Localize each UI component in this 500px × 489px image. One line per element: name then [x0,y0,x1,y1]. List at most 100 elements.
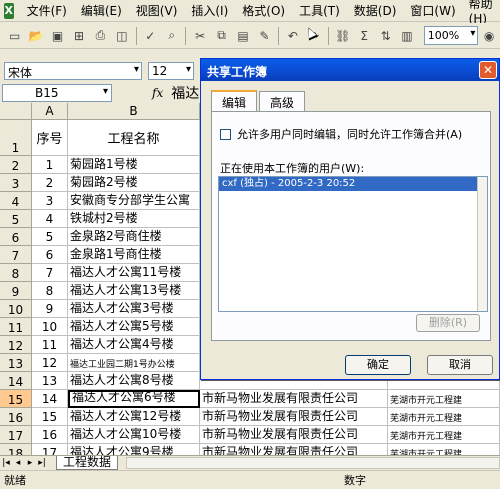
project-name-cell[interactable]: 铁城村2号楼 [68,210,200,228]
row-header[interactable]: 3 [0,174,32,192]
company-cell[interactable]: 市新马物业发展有限责任公司 [200,390,388,408]
project-name-cell[interactable]: 福达人才公寓9号楼 [68,444,200,455]
copy-icon[interactable]: ⧉ [212,26,231,46]
row-header[interactable]: 10 [0,300,32,318]
project-name-cell[interactable]: 福达人才公寓8号楼 [68,372,200,390]
project-name-cell[interactable]: 福达人才公寓5号楼 [68,318,200,336]
seq-cell[interactable]: 14 [32,390,68,408]
select-all-corner[interactable] [0,103,32,120]
company-cell[interactable]: 市新马物业发展有限责任公司 [200,408,388,426]
project-name-cell[interactable]: 金泉路2号商住楼 [68,228,200,246]
chart-icon[interactable]: ▥ [397,26,416,46]
company-cell[interactable]: 市新马物业发展有限责任公司 [200,426,388,444]
project-name-cell[interactable]: 福达人才公寓4号楼 [68,336,200,354]
seq-cell[interactable]: 5 [32,228,68,246]
horizontal-scrollbar[interactable] [126,456,500,469]
project-name-cell[interactable]: 菊园路1号楼 [68,156,200,174]
preview-icon[interactable]: ◫ [112,26,131,46]
seq-cell[interactable]: 17 [32,444,68,455]
row-header[interactable]: 1 [0,120,32,156]
seq-cell[interactable]: 1 [32,156,68,174]
seq-cell[interactable]: 10 [32,318,68,336]
project-name-cell[interactable]: 安徽商专分部学生公寓 [68,192,200,210]
open-icon[interactable]: 📂 [26,26,45,46]
spell-icon[interactable]: ✓ [141,26,160,46]
sheet-tab-active[interactable]: 工程数据 [56,455,119,470]
project-name-cell[interactable]: 金泉路1号商住楼 [68,246,200,264]
prev-sheet-icon[interactable]: ◂ [12,458,24,468]
contractor-cell[interactable]: 芜湖市开元工程建 [388,390,500,408]
name-header-cell[interactable]: 工程名称 [68,120,200,156]
user-list-item[interactable]: cxf (独占) - 2005-2-3 20:52 [219,177,477,191]
menu-view[interactable]: 视图(V) [129,2,185,19]
seq-cell[interactable]: 6 [32,246,68,264]
formula-input[interactable]: 福达 [171,83,199,103]
seq-cell[interactable]: 16 [32,426,68,444]
permission-icon[interactable]: ⊞ [69,26,88,46]
font-size-select[interactable]: 12 [148,62,194,80]
research-icon[interactable]: ⌕ [162,26,181,46]
hyperlink-icon[interactable]: ⛓ [333,26,352,46]
seq-cell[interactable]: 3 [32,192,68,210]
next-sheet-icon[interactable]: ▸ [24,458,36,468]
paste-icon[interactable]: ▤ [233,26,252,46]
contractor-cell[interactable]: 芜湖市开元工程建 [388,426,500,444]
last-sheet-icon[interactable]: ▸| [36,458,48,468]
menu-format[interactable]: 格式(O) [235,2,292,19]
fx-icon[interactable]: fx [152,86,163,100]
row-header[interactable]: 6 [0,228,32,246]
row-header[interactable]: 8 [0,264,32,282]
allow-multi-user-checkbox[interactable] [220,128,231,140]
seq-cell[interactable]: 4 [32,210,68,228]
contractor-cell[interactable]: 芜湖市开元工程建 [388,444,500,455]
sort-icon[interactable]: ⇅ [376,26,395,46]
column-header-b[interactable]: B [68,103,200,120]
row-header[interactable]: 2 [0,156,32,174]
seq-header-cell[interactable]: 序号 [32,120,68,156]
first-sheet-icon[interactable]: |◂ [0,458,12,468]
users-list-scrollbar[interactable] [477,177,487,311]
project-name-cell[interactable]: 福达人才公寓12号楼 [68,408,200,426]
contractor-cell[interactable]: 芜湖市开元工程建 [388,408,500,426]
project-name-cell[interactable]: 福达人才公寓11号楼 [68,264,200,282]
company-cell[interactable]: 市新马物业发展有限责任公司 [200,444,388,455]
seq-cell[interactable]: 8 [32,282,68,300]
column-header-a[interactable]: A [32,103,68,120]
menu-window[interactable]: 窗口(W) [403,2,462,19]
row-header[interactable]: 17 [0,426,32,444]
project-name-cell[interactable]: 福达工业园二期1号办公楼 [68,354,200,372]
row-header[interactable]: 18 [0,444,32,455]
users-list[interactable]: cxf (独占) - 2005-2-3 20:52 [218,176,488,312]
seq-cell[interactable]: 11 [32,336,68,354]
font-name-select[interactable]: 宋体 [4,62,142,80]
allow-multi-user-option[interactable]: 允许多用户同时编辑，同时允许工作簿合并(A) [220,126,462,142]
row-header[interactable]: 5 [0,210,32,228]
close-icon[interactable]: ✕ [479,61,497,79]
menu-tools[interactable]: 工具(T) [292,2,347,19]
remove-user-button[interactable]: 删除(R) [416,314,480,332]
project-name-cell[interactable]: 福达人才公寓6号楼 [68,390,200,408]
seq-cell[interactable]: 13 [32,372,68,390]
menu-file[interactable]: 文件(F) [20,2,74,19]
row-header[interactable]: 16 [0,408,32,426]
seq-cell[interactable]: 2 [32,174,68,192]
row-header[interactable]: 11 [0,318,32,336]
row-header[interactable]: 9 [0,282,32,300]
project-name-cell[interactable]: 菊园路2号楼 [68,174,200,192]
row-header[interactable]: 14 [0,372,32,390]
project-name-cell[interactable]: 福达人才公寓3号楼 [68,300,200,318]
menu-edit[interactable]: 编辑(E) [74,2,129,19]
zoom-select[interactable]: 100% [423,26,479,45]
camera-icon[interactable]: ◉ [479,26,498,46]
format-painter-icon[interactable]: ✎ [255,26,274,46]
save-icon[interactable]: ▣ [48,26,67,46]
row-header[interactable]: 4 [0,192,32,210]
seq-cell[interactable]: 7 [32,264,68,282]
row-header[interactable]: 15 [0,390,32,408]
autosum-icon[interactable]: Σ [354,26,373,46]
row-header[interactable]: 7 [0,246,32,264]
row-header[interactable]: 13 [0,354,32,372]
seq-cell[interactable]: 15 [32,408,68,426]
menu-insert[interactable]: 插入(I) [184,2,235,19]
project-name-cell[interactable]: 福达人才公寓10号楼 [68,426,200,444]
